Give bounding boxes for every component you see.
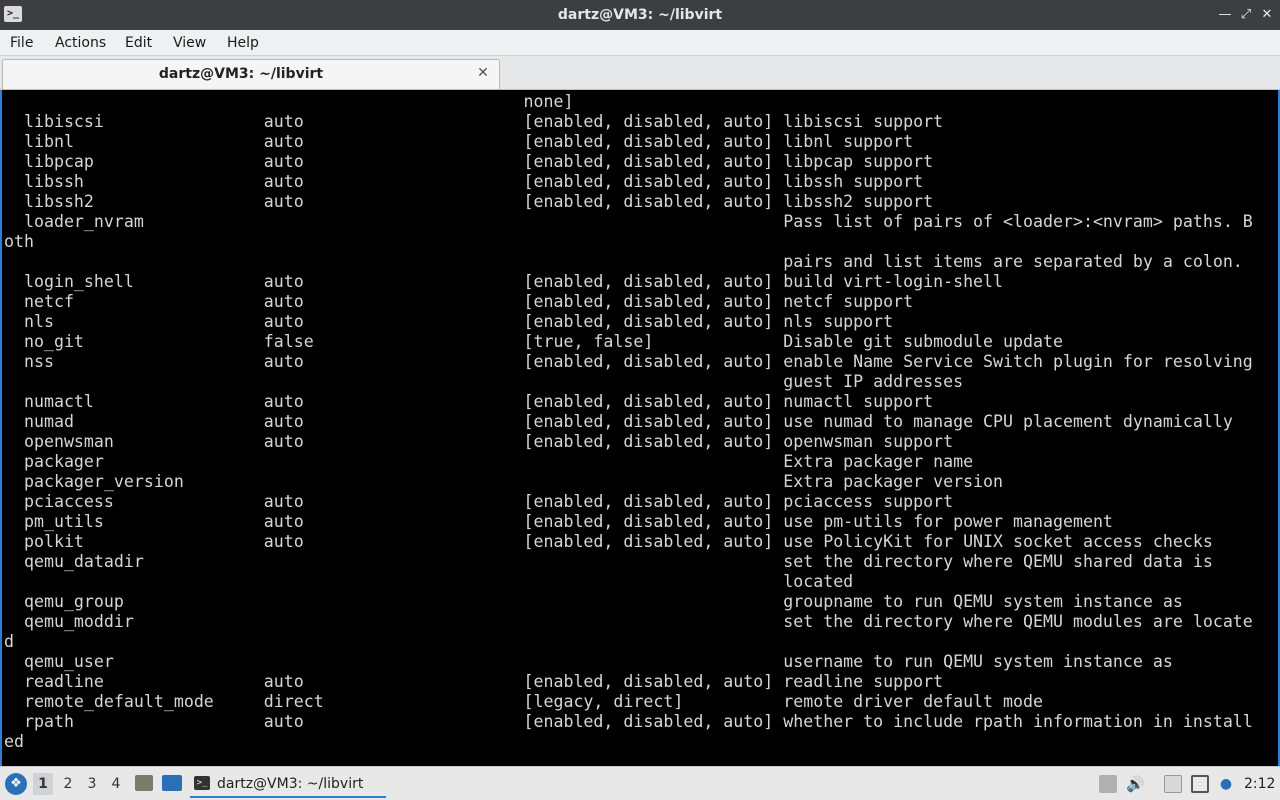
terminal-line: guest IP addresses [4,372,964,391]
terminal-line: openwsman auto [enabled, disabled, auto]… [4,432,954,451]
workspace-4[interactable]: 4 [106,773,126,795]
terminal-line: login_shell auto [enabled, disabled, aut… [4,272,1004,291]
terminal-icon: >_ [194,776,210,790]
terminal-line: d [4,632,14,651]
terminal-line: packager Extra packager name [4,452,974,471]
terminal-line: none] [4,92,574,111]
terminal-line: no_git false [true, false] Disable git s… [4,332,1063,351]
terminal-line: qemu_user username to run QEMU system in… [4,652,1173,671]
show-desktop-icon[interactable] [162,775,182,791]
file-manager-icon[interactable] [135,775,153,791]
terminal-output: none] libiscsi auto [enabled, disabled, … [4,92,1253,752]
terminal-line: loader_nvram Pass list of pairs of <load… [4,212,1253,231]
terminal-line: ed [4,732,24,751]
terminal-line: nss auto [enabled, disabled, auto] enabl… [4,352,1253,371]
terminal-line: oth [4,232,34,251]
terminal-line: netcf auto [enabled, disabled, auto] net… [4,292,914,311]
terminal-view[interactable]: none] libiscsi auto [enabled, disabled, … [0,90,1280,766]
menu-bar: File Actions Edit View Help [0,30,1280,56]
update-icon[interactable] [1099,775,1117,793]
window-title: dartz@VM3: ~/libvirt [557,7,723,23]
workspace-3[interactable]: 3 [82,773,102,795]
terminal-line: libssh auto [enabled, disabled, auto] li… [4,172,924,191]
clipboard-icon[interactable] [1164,775,1182,793]
terminal-line: libiscsi auto [enabled, disabled, auto] … [4,112,944,131]
terminal-line: pairs and list items are separated by a … [4,252,1243,271]
minimize-button[interactable]: — [1215,5,1235,25]
terminal-line: libpcap auto [enabled, disabled, auto] l… [4,152,934,171]
taskbar-terminal-label: dartz@VM3: ~/libvirt [217,776,364,792]
terminal-line: packager_version Extra packager version [4,472,1004,491]
tab-bar: dartz@VM3: ~/libvirt ✕ [0,56,1280,90]
user-icon[interactable]: ● [1217,775,1235,793]
terminal-line: polkit auto [enabled, disabled, auto] us… [4,532,1213,551]
menu-actions[interactable]: Actions [55,30,106,56]
workspace-1[interactable]: 1 [33,773,53,795]
menu-view[interactable]: View [173,30,206,56]
workspace-2[interactable]: 2 [58,773,78,795]
title-bar: >_ dartz@VM3: ~/libvirt — ⤢ ✕ [0,0,1280,30]
terminal-line: numactl auto [enabled, disabled, auto] n… [4,392,934,411]
start-menu-icon[interactable]: ❖ [5,773,27,795]
maximize-button[interactable]: ⤢ [1236,5,1256,25]
menu-edit[interactable]: Edit [125,30,152,56]
terminal-line: rpath auto [enabled, disabled, auto] whe… [4,712,1253,731]
terminal-line: libssh2 auto [enabled, disabled, auto] l… [4,192,934,211]
terminal-line: numad auto [enabled, disabled, auto] use… [4,412,1233,431]
terminal-line: readline auto [enabled, disabled, auto] … [4,672,944,691]
terminal-line: remote_default_mode direct [legacy, dire… [4,692,1043,711]
clock[interactable]: 2:12 [1244,767,1275,800]
terminal-line: libnl auto [enabled, disabled, auto] lib… [4,132,914,151]
terminal-line: qemu_group groupname to run QEMU system … [4,592,1183,611]
terminal-line: pciaccess auto [enabled, disabled, auto]… [4,492,954,511]
volume-icon[interactable]: 🔊 [1126,775,1145,793]
taskbar-terminal-button[interactable]: >_ dartz@VM3: ~/libvirt [190,770,386,798]
network-icon[interactable] [1191,775,1209,793]
terminal-line: qemu_moddir set the directory where QEMU… [4,612,1253,631]
tab-label[interactable]: dartz@VM3: ~/libvirt [3,60,479,88]
tab-terminal[interactable]: dartz@VM3: ~/libvirt ✕ [2,59,500,89]
close-window-button[interactable]: ✕ [1257,5,1277,25]
terminal-line: pm_utils auto [enabled, disabled, auto] … [4,512,1113,531]
close-tab-icon[interactable]: ✕ [475,63,491,83]
terminal-line: nls auto [enabled, disabled, auto] nls s… [4,312,894,331]
terminal-line: located [4,572,854,591]
menu-help[interactable]: Help [227,30,259,56]
terminal-line: qemu_datadir set the directory where QEM… [4,552,1213,571]
taskbar: ❖ 1 2 3 4 >_ dartz@VM3: ~/libvirt 🔊 ● 2:… [0,766,1280,800]
menu-file[interactable]: File [10,30,33,56]
